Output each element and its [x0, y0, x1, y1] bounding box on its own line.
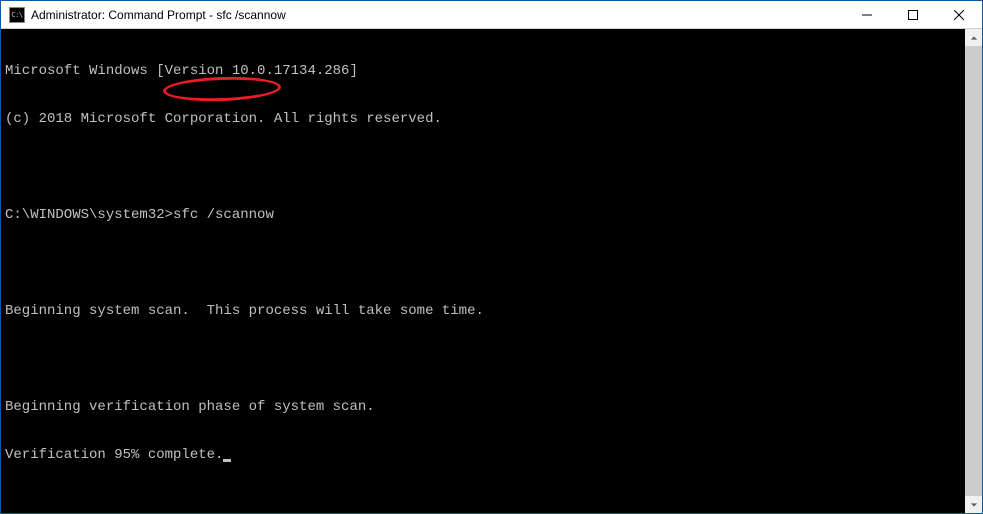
close-icon	[954, 10, 964, 20]
scroll-track[interactable]	[965, 46, 982, 496]
term-line: (c) 2018 Microsoft Corporation. All righ…	[5, 111, 961, 127]
term-line	[5, 351, 961, 367]
scroll-thumb[interactable]	[965, 46, 982, 496]
annotation-oval	[163, 75, 282, 103]
cmd-icon: C:\	[9, 7, 25, 23]
term-line: Microsoft Windows [Version 10.0.17134.28…	[5, 63, 961, 79]
window-controls	[844, 1, 982, 28]
term-line: Beginning verification phase of system s…	[5, 399, 961, 415]
window-title: Administrator: Command Prompt - sfc /sca…	[31, 8, 286, 22]
command-prompt-window: C:\ Administrator: Command Prompt - sfc …	[0, 0, 983, 514]
scroll-up-button[interactable]	[965, 29, 982, 46]
chevron-up-icon	[970, 34, 978, 42]
vertical-scrollbar[interactable]	[965, 29, 982, 513]
term-line: Verification 95% complete.	[5, 447, 961, 463]
minimize-icon	[862, 10, 872, 20]
term-line	[5, 255, 961, 271]
maximize-icon	[908, 10, 918, 20]
titlebar[interactable]: C:\ Administrator: Command Prompt - sfc …	[1, 1, 982, 29]
term-line: Beginning system scan. This process will…	[5, 303, 961, 319]
maximize-button[interactable]	[890, 1, 936, 28]
term-line	[5, 159, 961, 175]
chevron-down-icon	[970, 501, 978, 509]
content-area: Microsoft Windows [Version 10.0.17134.28…	[1, 29, 982, 513]
scroll-down-button[interactable]	[965, 496, 982, 513]
close-button[interactable]	[936, 1, 982, 28]
minimize-button[interactable]	[844, 1, 890, 28]
terminal-cursor	[223, 459, 231, 462]
terminal-output[interactable]: Microsoft Windows [Version 10.0.17134.28…	[1, 29, 965, 513]
term-line: C:\WINDOWS\system32>sfc /scannow	[5, 207, 961, 223]
